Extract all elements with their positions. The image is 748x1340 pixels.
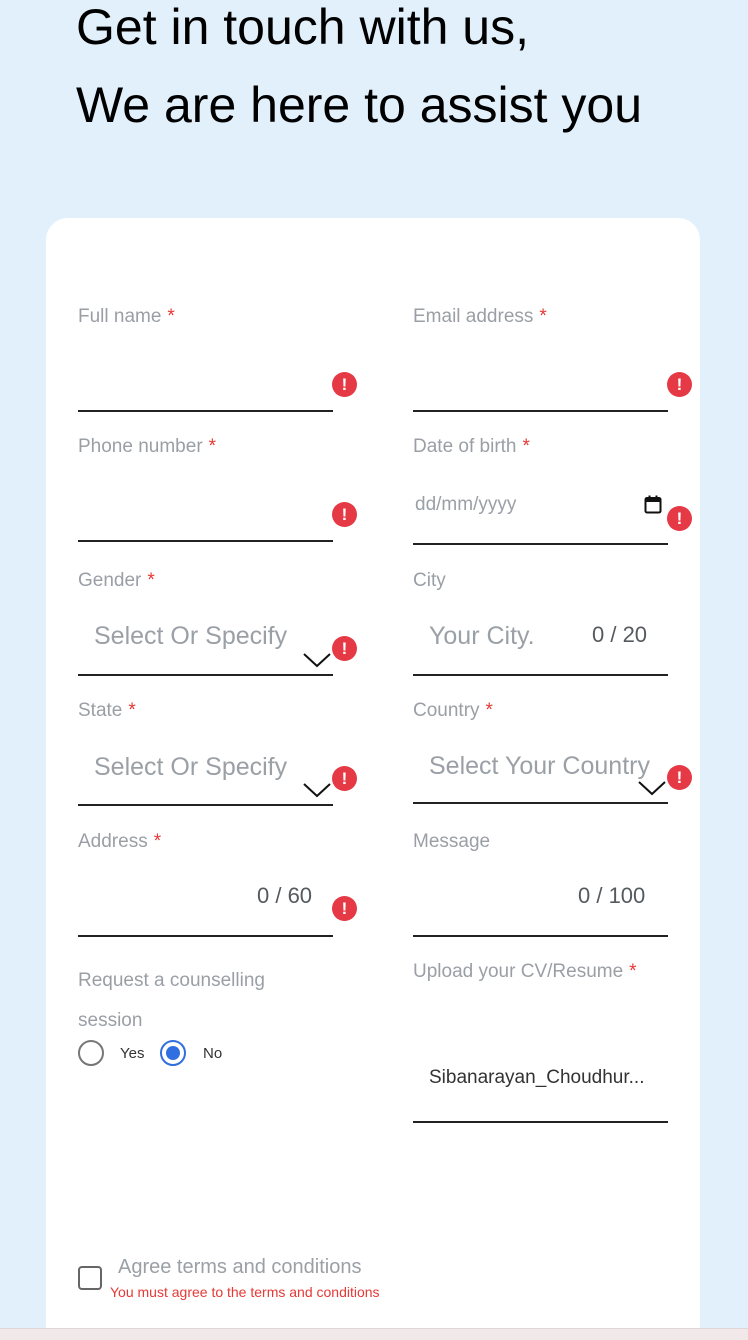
phone-label: Phone number * — [78, 436, 217, 457]
message-label: Message — [413, 831, 491, 852]
state-placeholder: Select Or Specify — [94, 753, 288, 781]
city-underline — [413, 674, 668, 676]
counselling-yes-radio[interactable] — [78, 1040, 104, 1066]
state-underline — [78, 804, 333, 806]
contact-form-card: Full name * ! Email address * ! Phone numb… — [46, 218, 700, 1340]
gender-error-icon: ! — [332, 636, 357, 661]
terms-error-message: You must agree to the terms and conditio… — [110, 1284, 380, 1300]
message-char-counter: 0 / 100 — [578, 883, 646, 908]
terms-checkbox[interactable] — [78, 1266, 102, 1290]
gender-select[interactable]: Gender * Select Or Specify — [78, 570, 333, 676]
address-underline — [78, 935, 333, 937]
counselling-yes-label[interactable]: Yes — [120, 1045, 144, 1062]
terms-label[interactable]: Agree terms and conditions — [118, 1256, 361, 1279]
full-name-label: Full name * — [78, 306, 175, 327]
country-underline — [413, 802, 668, 804]
state-error-icon: ! — [332, 766, 357, 791]
chevron-down-icon[interactable] — [300, 778, 334, 800]
dob-underline — [413, 543, 668, 545]
city-label: City — [413, 570, 446, 591]
calendar-icon[interactable] — [644, 495, 662, 514]
counselling-group: Request a counselling session Yes No — [78, 961, 333, 1071]
country-error-icon: ! — [667, 765, 692, 790]
dob-field[interactable]: Date of birth * dd/mm/yyyy — [413, 436, 668, 546]
state-select[interactable]: State * Select Or Specify — [78, 700, 333, 806]
email-underline — [413, 410, 668, 412]
email-label: Email address * — [413, 306, 547, 327]
full-name-error-icon: ! — [332, 372, 357, 397]
phone-error-icon: ! — [332, 502, 357, 527]
upload-cv-underline — [413, 1121, 668, 1123]
city-field[interactable]: City Your City. 0 / 20 — [413, 570, 668, 676]
city-placeholder: Your City. — [429, 622, 535, 650]
message-underline — [413, 935, 668, 937]
chevron-down-icon[interactable] — [300, 648, 334, 670]
state-label: State * — [78, 700, 136, 721]
country-label: Country * — [413, 700, 493, 721]
dob-error-icon: ! — [667, 506, 692, 531]
upload-cv-label: Upload your CV/Resume * — [413, 961, 637, 982]
email-error-icon: ! — [667, 372, 692, 397]
chevron-down-icon[interactable] — [635, 776, 668, 798]
page-heading: Get in touch with us, We are here to ass… — [76, 0, 642, 144]
gender-placeholder: Select Or Specify — [94, 622, 288, 650]
bottom-edge-bar — [0, 1328, 748, 1340]
gender-underline — [78, 674, 333, 676]
country-placeholder: Select Your Country — [429, 752, 650, 780]
uploaded-filename: Sibanarayan_Choudhur... — [429, 1067, 645, 1088]
country-select[interactable]: Country * Select Your Country — [413, 700, 668, 806]
heading-line-2: We are here to assist you — [76, 77, 643, 133]
counselling-no-label[interactable]: No — [203, 1045, 222, 1062]
address-field[interactable]: Address * 0 / 60 — [78, 831, 333, 937]
address-label: Address * — [78, 831, 162, 852]
heading-line-1: Get in touch with us, — [76, 0, 530, 55]
counselling-no-radio[interactable] — [160, 1040, 186, 1066]
email-field[interactable]: Email address * — [413, 306, 668, 412]
full-name-field[interactable]: Full name * — [78, 306, 333, 412]
city-char-counter: 0 / 20 — [592, 622, 648, 647]
address-char-counter: 0 / 60 — [257, 883, 313, 908]
message-field[interactable]: Message 0 / 100 — [413, 831, 668, 937]
full-name-underline — [78, 410, 333, 412]
gender-label: Gender * — [78, 570, 155, 591]
phone-underline — [78, 540, 333, 542]
dob-placeholder: dd/mm/yyyy — [415, 494, 517, 515]
dob-label: Date of birth * — [413, 436, 530, 457]
upload-cv-field[interactable]: Upload your CV/Resume * Sibanarayan_Choud… — [413, 961, 668, 1126]
counselling-label: Request a counselling session — [78, 970, 265, 1031]
address-error-icon: ! — [332, 896, 357, 921]
phone-field[interactable]: Phone number * — [78, 436, 333, 542]
